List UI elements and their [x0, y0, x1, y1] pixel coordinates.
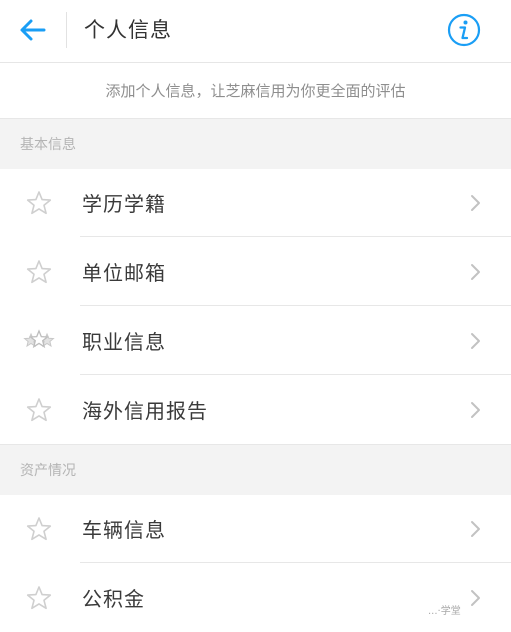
chevron-right-icon	[471, 264, 480, 280]
item-label: 车辆信息	[82, 518, 166, 542]
item-label: 海外信用报告	[82, 399, 208, 423]
row-divider	[80, 305, 511, 306]
header-bar: 个人信息	[0, 0, 511, 63]
section-title: 基本信息	[20, 137, 76, 153]
info-button[interactable]	[446, 12, 482, 48]
list-item-overseas-credit[interactable]: 海外信用报告	[0, 376, 511, 444]
header-divider	[66, 12, 67, 48]
chevron-right-icon	[471, 402, 480, 418]
list-item-occupation[interactable]: 职业信息	[0, 307, 511, 375]
hint-text: 添加个人信息，让芝麻信用为你更全面的评估	[105, 81, 406, 100]
section-header-assets: 资产情况	[0, 444, 511, 496]
star-outline-icon	[26, 191, 52, 215]
star-outline-icon	[26, 398, 52, 422]
info-hint: 添加个人信息，让芝麻信用为你更全面的评估	[0, 63, 511, 117]
list-item-education[interactable]: 学历学籍	[0, 169, 511, 237]
star-multi-icon	[23, 329, 55, 349]
page-title: 个人信息	[84, 18, 172, 42]
list-item-housing-fund[interactable]: 公积金	[0, 564, 511, 632]
row-divider	[80, 236, 511, 237]
list-item-work-email[interactable]: 单位邮箱	[0, 238, 511, 306]
item-label: 公积金	[82, 587, 145, 611]
item-label: 职业信息	[82, 330, 166, 354]
chevron-right-icon	[471, 333, 480, 349]
row-divider	[80, 562, 511, 563]
item-label: 学历学籍	[82, 192, 166, 216]
row-divider	[80, 374, 511, 375]
section-title: 资产情况	[20, 463, 76, 479]
watermark: ...·学堂	[428, 606, 461, 617]
section-header-basic: 基本信息	[0, 118, 511, 170]
item-label: 单位邮箱	[82, 261, 166, 285]
chevron-right-icon	[471, 195, 480, 211]
info-circle-icon	[447, 13, 481, 47]
list-item-vehicle[interactable]: 车辆信息	[0, 495, 511, 563]
chevron-right-icon	[471, 521, 480, 537]
star-outline-icon	[26, 260, 52, 284]
star-outline-icon	[26, 517, 52, 541]
chevron-right-icon	[471, 590, 480, 606]
back-button[interactable]	[12, 12, 52, 48]
star-outline-icon	[26, 586, 52, 610]
arrow-left-icon	[20, 19, 46, 41]
